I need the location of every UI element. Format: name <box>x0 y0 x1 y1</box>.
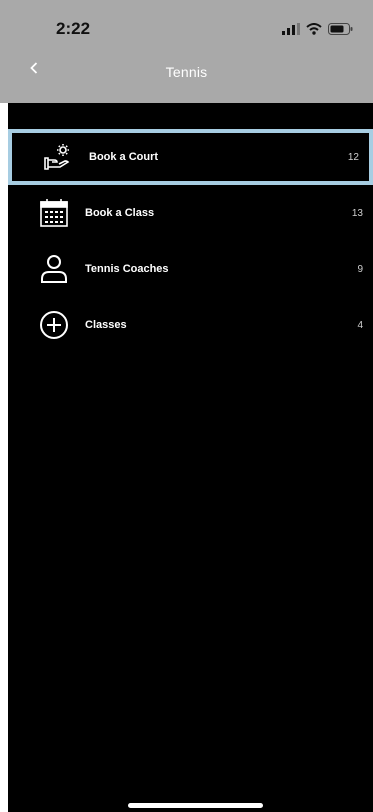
list-item-tennis-coaches[interactable]: Tennis Coaches 9 <box>8 241 373 297</box>
content-panel: Book a Court 12 Book a Class 13 Tennis C… <box>8 103 373 812</box>
battery-icon <box>328 22 353 40</box>
app-screen: 2:22 Tennis Book a Court 12 Book a Class… <box>0 0 373 812</box>
list-item-label: Book a Class <box>85 207 155 219</box>
list-item-book-a-court[interactable]: Book a Court 12 <box>8 129 373 185</box>
signal-icon <box>282 22 300 40</box>
page-title: Tennis <box>165 64 208 80</box>
person-icon <box>38 253 70 285</box>
list-item-count: 13 <box>351 207 363 219</box>
calendar-icon <box>38 197 70 229</box>
list-item-classes[interactable]: Classes 4 <box>8 297 373 353</box>
list-item-count: 12 <box>347 151 359 163</box>
list-item-label: Classes <box>85 319 127 331</box>
hand-gear-icon <box>42 141 74 173</box>
list-item-count: 9 <box>357 263 363 275</box>
wifi-icon <box>306 22 322 40</box>
plus-circle-icon <box>38 309 70 341</box>
list-item-book-a-class[interactable]: Book a Class 13 <box>8 185 373 241</box>
list-item-count: 4 <box>357 319 363 331</box>
home-indicator[interactable] <box>128 803 263 808</box>
menu-list: Book a Court 12 Book a Class 13 Tennis C… <box>8 129 373 353</box>
list-item-label: Book a Court <box>89 151 159 163</box>
status-icons <box>282 22 353 40</box>
top-bar: 2:22 Tennis <box>0 0 373 103</box>
status-time: 2:22 <box>56 19 91 38</box>
list-item-label: Tennis Coaches <box>85 263 169 275</box>
